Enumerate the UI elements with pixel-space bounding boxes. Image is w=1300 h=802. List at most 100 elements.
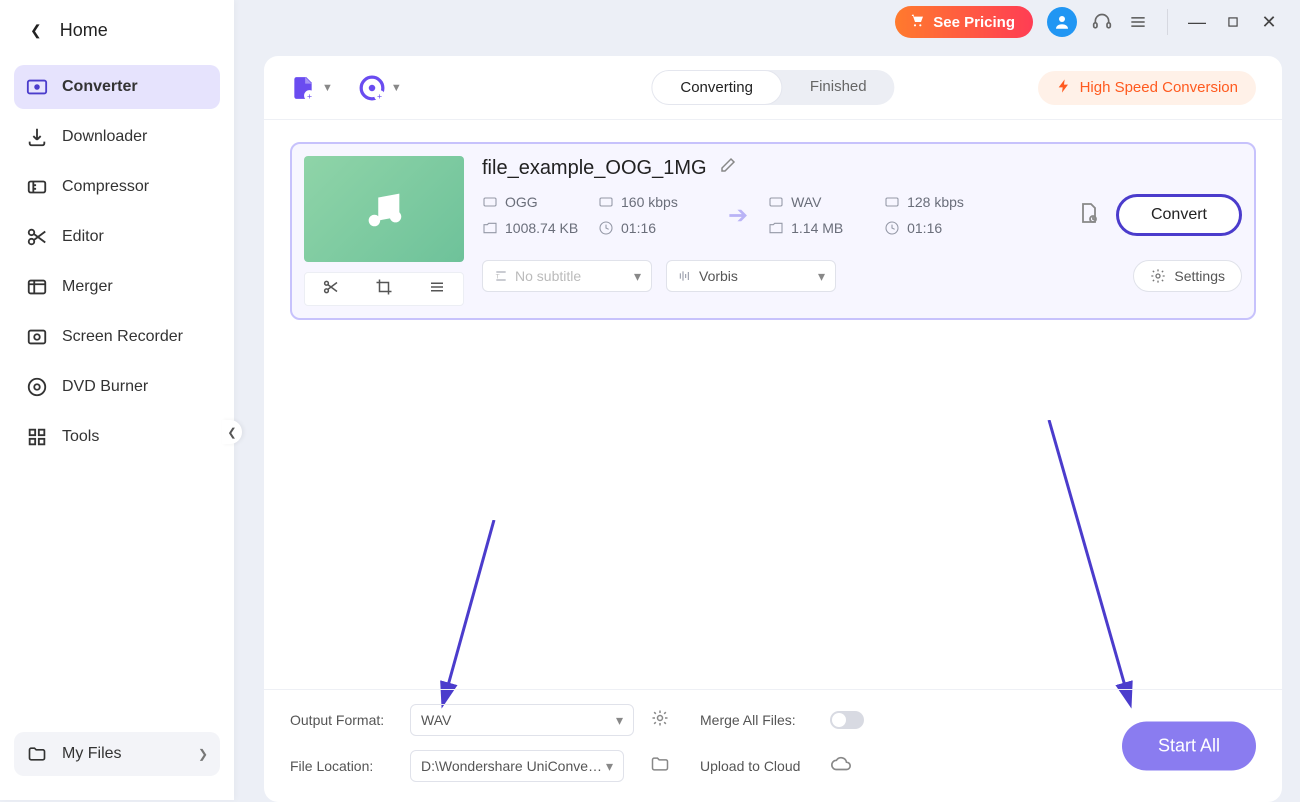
arrow-right-icon: ➔ — [728, 201, 748, 230]
open-folder-icon[interactable] — [650, 754, 690, 779]
sidebar-item-label: Screen Recorder — [62, 328, 183, 346]
sidebar-item-downloader[interactable]: Downloader — [14, 115, 220, 159]
dst-format: WAV — [791, 194, 821, 210]
start-all-button[interactable]: Start All — [1122, 722, 1256, 771]
src-duration: 01:16 — [621, 220, 656, 236]
svg-text:+: + — [307, 90, 312, 100]
window-close[interactable]: ✕ — [1258, 11, 1280, 33]
file-location-label: File Location: — [290, 758, 400, 774]
chevron-down-icon: ▾ — [606, 758, 613, 775]
divider — [1167, 9, 1168, 35]
annotation-arrow-icon — [434, 520, 524, 710]
sidebar-item-merger[interactable]: Merger — [14, 265, 220, 309]
sidebar-item-compressor[interactable]: Compressor — [14, 165, 220, 209]
grid-icon — [26, 426, 48, 448]
merge-all-toggle[interactable] — [830, 711, 864, 729]
sidebar-item-dvd-burner[interactable]: DVD Burner — [14, 365, 220, 409]
annotation-arrow-icon — [1024, 420, 1144, 710]
scissors-icon — [26, 226, 48, 248]
dst-duration: 01:16 — [907, 220, 942, 236]
file-location-dropdown[interactable]: D:\Wondershare UniConverter 1 ▾ — [410, 750, 624, 782]
account-avatar[interactable] — [1047, 7, 1077, 37]
chevron-left-icon: ❮ — [30, 22, 42, 39]
trim-icon[interactable] — [322, 278, 340, 301]
output-settings-icon[interactable] — [1076, 201, 1100, 230]
codec-dropdown[interactable]: Vorbis ▾ — [666, 260, 836, 292]
chevron-down-icon: ▼ — [391, 82, 402, 94]
compressor-icon — [26, 176, 48, 198]
sidebar: ❮ Home Converter Downloader Compressor — [0, 0, 234, 800]
menu-icon[interactable] — [1127, 11, 1149, 33]
sidebar-item-label: Downloader — [62, 128, 147, 146]
sidebar-item-label: DVD Burner — [62, 378, 148, 396]
sidebar-item-editor[interactable]: Editor — [14, 215, 220, 259]
dst-bitrate: 128 kbps — [907, 194, 964, 210]
disc-icon — [26, 376, 48, 398]
settings-label: Settings — [1174, 268, 1225, 284]
chevron-down-icon: ▾ — [616, 712, 623, 729]
cart-icon — [909, 12, 925, 32]
merge-all-label: Merge All Files: — [700, 712, 820, 728]
chevron-down-icon: ▾ — [634, 268, 641, 285]
sidebar-item-screen-recorder[interactable]: Screen Recorder — [14, 315, 220, 359]
see-pricing-label: See Pricing — [933, 14, 1015, 31]
convert-button[interactable]: Convert — [1116, 194, 1242, 236]
status-tabs: Converting Finished — [651, 70, 894, 105]
output-format-value: WAV — [421, 712, 451, 728]
support-icon[interactable] — [1091, 11, 1113, 33]
bolt-icon — [1056, 78, 1072, 98]
main-toolbar: + ▼ + ▼ Converting Finished High Speed C… — [264, 56, 1282, 120]
chevron-down-icon: ▼ — [322, 82, 333, 94]
file-location-value: D:\Wondershare UniConverter 1 — [421, 758, 606, 774]
src-size: 1008.74 KB — [505, 220, 578, 236]
sidebar-item-label: Merger — [62, 278, 113, 296]
sidebar-collapse-handle[interactable]: ❮ — [222, 420, 242, 444]
home-nav[interactable]: ❮ Home — [0, 0, 234, 61]
src-bitrate: 160 kbps — [621, 194, 678, 210]
high-speed-label: High Speed Conversion — [1080, 79, 1238, 96]
folder-icon — [26, 743, 48, 765]
codec-value: Vorbis — [699, 268, 738, 284]
svg-text:+: + — [377, 90, 382, 100]
sidebar-item-label: Converter — [62, 78, 138, 96]
output-format-label: Output Format: — [290, 712, 400, 728]
file-settings-button[interactable]: Settings — [1133, 260, 1242, 292]
tab-finished[interactable]: Finished — [782, 70, 895, 105]
converter-icon — [26, 76, 48, 98]
high-speed-conversion-button[interactable]: High Speed Conversion — [1038, 71, 1256, 105]
src-format: OGG — [505, 194, 538, 210]
sidebar-item-label: Compressor — [62, 178, 149, 196]
cloud-icon[interactable] — [830, 753, 930, 780]
sidebar-item-label: Tools — [62, 428, 99, 446]
edit-name-icon[interactable] — [719, 156, 737, 180]
screen-recorder-icon — [26, 326, 48, 348]
tab-converting[interactable]: Converting — [651, 70, 782, 105]
footer-bar: Output Format: WAV ▾ Merge All Files: Fi… — [264, 689, 1282, 802]
file-card: file_example_OOG_1MG OGG 1008.74 KB 160 … — [290, 142, 1256, 320]
main-panel: + ▼ + ▼ Converting Finished High Speed C… — [264, 56, 1282, 802]
merger-icon — [26, 276, 48, 298]
sidebar-item-converter[interactable]: Converter — [14, 65, 220, 109]
svg-text:T: T — [496, 274, 500, 281]
chevron-down-icon: ▾ — [818, 268, 825, 285]
add-file-button[interactable]: + ▼ — [290, 75, 333, 101]
subtitle-value: No subtitle — [515, 268, 581, 284]
crop-icon[interactable] — [375, 278, 393, 301]
sidebar-item-tools[interactable]: Tools — [14, 415, 220, 459]
subtitle-dropdown[interactable]: T No subtitle ▾ — [482, 260, 652, 292]
file-thumbnail[interactable] — [304, 156, 464, 262]
more-icon[interactable] — [428, 278, 446, 301]
window-minimize[interactable]: — — [1186, 11, 1208, 33]
upload-cloud-label: Upload to Cloud — [700, 758, 820, 774]
window-maximize[interactable] — [1222, 11, 1244, 33]
add-disc-button[interactable]: + ▼ — [359, 75, 402, 101]
download-icon — [26, 126, 48, 148]
see-pricing-button[interactable]: See Pricing — [895, 6, 1033, 38]
output-format-settings-icon[interactable] — [650, 708, 690, 733]
file-name: file_example_OOG_1MG — [482, 157, 707, 180]
sidebar-item-label: Editor — [62, 228, 104, 246]
home-label: Home — [60, 20, 108, 41]
dst-size: 1.14 MB — [791, 220, 843, 236]
my-files-button[interactable]: My Files ❯ — [14, 732, 220, 776]
output-format-dropdown[interactable]: WAV ▾ — [410, 704, 634, 736]
